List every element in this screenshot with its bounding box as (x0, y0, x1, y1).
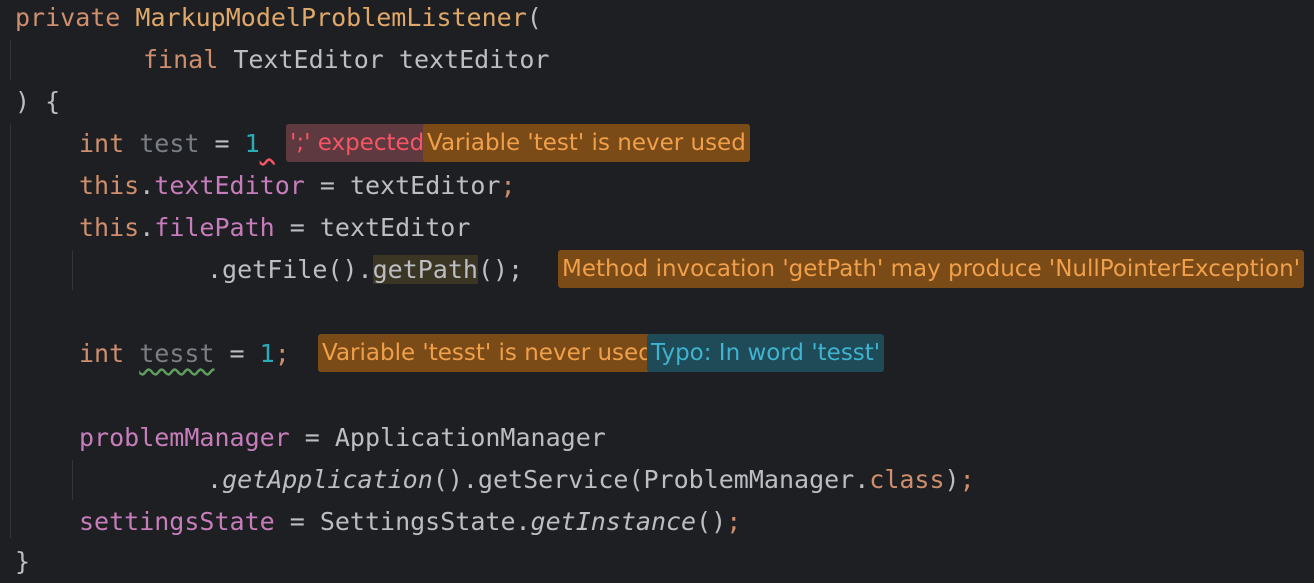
punctuation: ) (944, 465, 960, 494)
assignment: = textEditor (304, 171, 501, 200)
parameter: textEditor (398, 45, 550, 74)
indent-guide (10, 40, 11, 80)
type-name: TextEditor (233, 45, 384, 74)
number-literal: 1 (259, 339, 275, 368)
static-method-call: getInstance (530, 507, 697, 536)
field-name: textEditor (154, 171, 305, 200)
static-method-call: getApplication (222, 465, 433, 494)
error-squiggle (260, 129, 275, 158)
punctuation: . (139, 171, 155, 200)
code-line-12[interactable]: .getApplication().getService(ProblemMana… (207, 459, 975, 501)
field-name: filePath (154, 213, 275, 242)
code-line-13[interactable]: settingsState = SettingsState.getInstanc… (79, 501, 741, 543)
indent-guide (72, 460, 73, 500)
code-line-1[interactable]: private MarkupModelProblemListener( (15, 0, 542, 39)
punctuation: (); (477, 255, 524, 284)
keyword: this (79, 213, 140, 242)
punctuation: () (696, 507, 727, 536)
code-editor[interactable]: private MarkupModelProblemListener( fina… (0, 0, 1314, 583)
operator: = (199, 129, 245, 158)
hint-semicolon-expected[interactable]: ';' expected (286, 124, 429, 162)
indent-guide (10, 124, 11, 538)
method-call-getpath: getPath (372, 255, 478, 284)
assignment: = ApplicationManager (289, 423, 606, 452)
method-chain: .getFile(). (207, 255, 373, 284)
hint-test-unused[interactable]: Variable 'test' is never used (423, 124, 750, 162)
code-line-6[interactable]: this.filePath = textEditor (79, 207, 470, 249)
semicolon: ; (959, 465, 975, 494)
code-line-4[interactable]: int test = 1 (79, 123, 275, 165)
punctuation: } (15, 547, 31, 576)
class-name: MarkupModelProblemListener (135, 3, 527, 32)
code-line-3[interactable]: ) { (15, 81, 60, 123)
code-line-2[interactable]: final TextEditor textEditor (143, 39, 549, 81)
code-line-11[interactable]: problemManager = ApplicationManager (79, 417, 606, 459)
field-name: settingsState (79, 507, 275, 536)
hint-npe-warning[interactable]: Method invocation 'getPath' may produce … (558, 250, 1305, 288)
indent-guide (72, 250, 73, 290)
assignment: = textEditor (274, 213, 471, 242)
number-literal: 1 (244, 129, 260, 158)
keyword: this (79, 171, 140, 200)
variable-tesst: tesst (139, 339, 215, 368)
keyword: int (79, 339, 125, 368)
hint-typo[interactable]: Typo: In word 'tesst' (647, 334, 885, 372)
punctuation: . (139, 213, 155, 242)
keyword: private (15, 3, 121, 32)
code-line-7[interactable]: .getFile().getPath(); (207, 249, 523, 291)
operator: = (214, 339, 260, 368)
semicolon: ; (500, 171, 516, 200)
code-line-9[interactable]: int tesst = 1; (79, 333, 290, 375)
keyword: class (869, 465, 945, 494)
semicolon: ; (726, 507, 742, 536)
assignment: = SettingsState. (274, 507, 531, 536)
variable-test: test (139, 129, 200, 158)
punctuation: ) { (15, 87, 61, 116)
field-name: problemManager (79, 423, 290, 452)
code-line-14[interactable]: } (15, 541, 30, 583)
punctuation: ( (526, 3, 542, 32)
punctuation: . (207, 465, 223, 494)
method-chain: ().getService(ProblemManager. (432, 465, 870, 494)
keyword: int (79, 129, 125, 158)
keyword: final (143, 45, 219, 74)
semicolon: ; (274, 339, 290, 368)
code-line-5[interactable]: this.textEditor = textEditor; (79, 165, 516, 207)
hint-tesst-unused[interactable]: Variable 'tesst' is never used (318, 334, 657, 372)
